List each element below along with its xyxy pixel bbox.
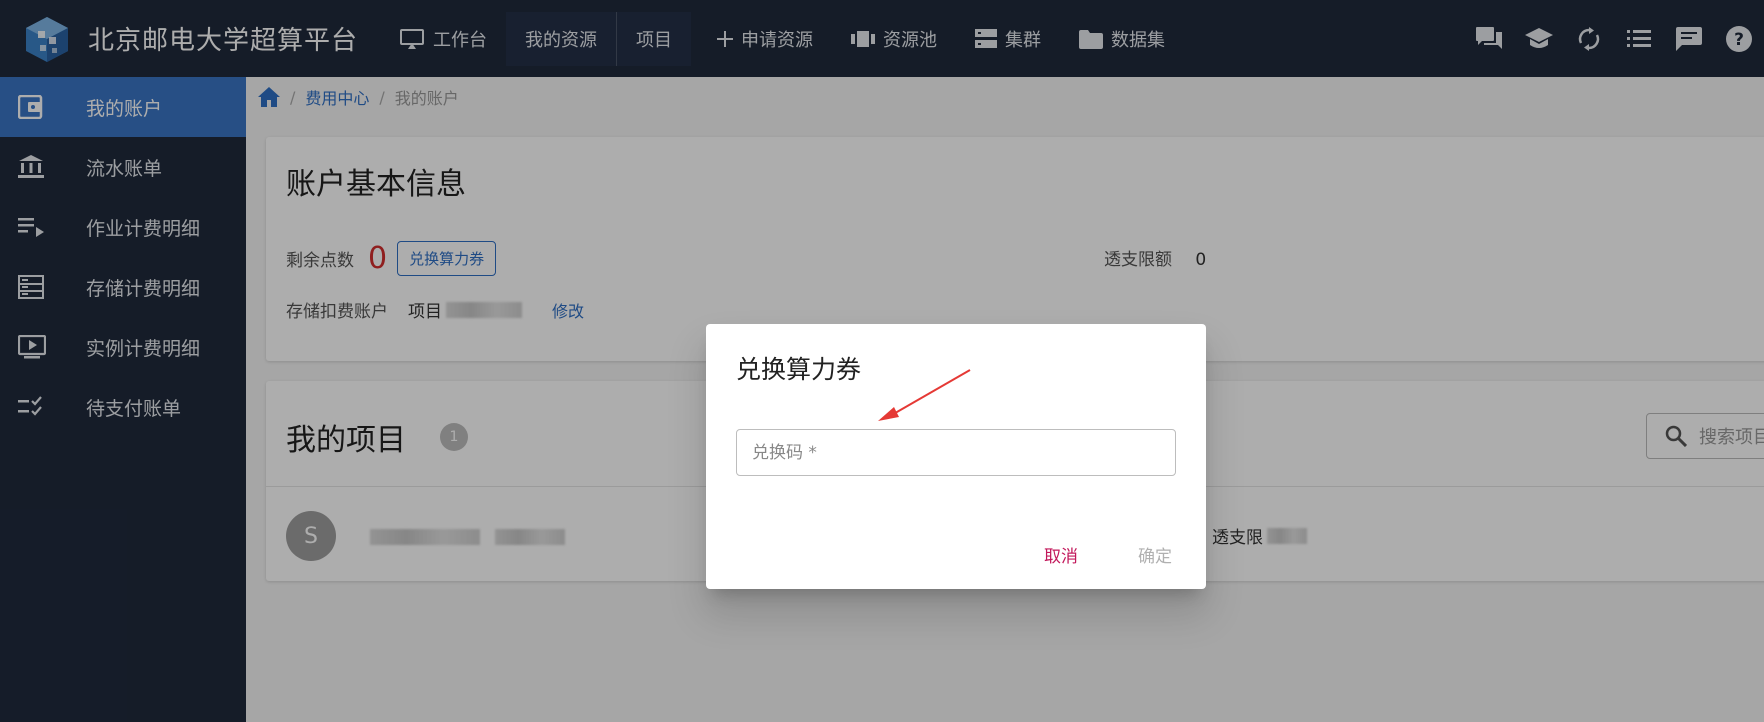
dialog-title: 兑换算力券 (736, 355, 862, 384)
cancel-button[interactable]: 取消 (1044, 542, 1078, 567)
redeem-code-input[interactable] (736, 429, 1176, 476)
annotation-arrow-icon (878, 369, 971, 421)
confirm-button[interactable]: 确定 (1138, 542, 1172, 567)
